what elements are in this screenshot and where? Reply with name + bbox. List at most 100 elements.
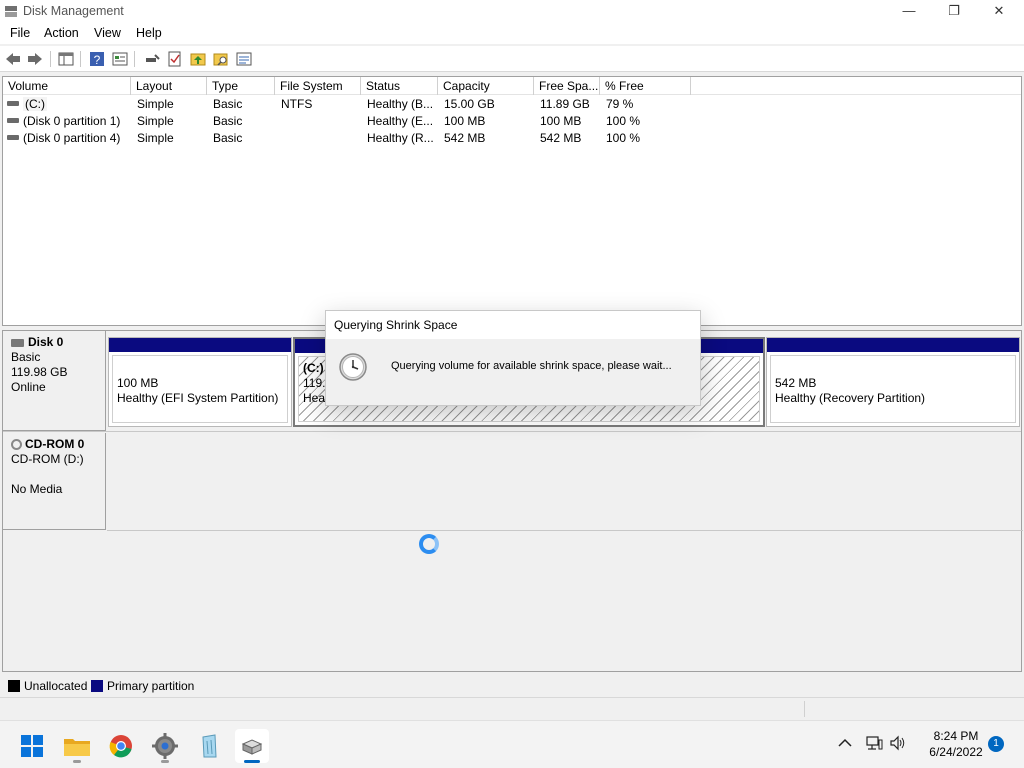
check-icon[interactable] bbox=[166, 50, 184, 68]
clock-icon bbox=[339, 353, 367, 381]
partition-recovery[interactable]: 542 MB Healthy (Recovery Partition) bbox=[766, 337, 1020, 427]
dialog-title: Querying Shrink Space bbox=[326, 311, 700, 339]
column-header-percent-free[interactable]: % Free bbox=[600, 77, 691, 95]
legend: Unallocated Primary partition bbox=[2, 676, 1022, 696]
legend-swatch bbox=[91, 679, 103, 692]
taskbar-chrome[interactable] bbox=[104, 729, 138, 763]
capacity-cell: 100 MB bbox=[444, 114, 486, 128]
title-bar[interactable]: Disk Management — ❐ ✕ bbox=[0, 0, 1024, 24]
partition-efi[interactable]: 100 MB Healthy (EFI System Partition) bbox=[108, 337, 292, 427]
search-icon[interactable] bbox=[212, 50, 230, 68]
recycle-bin-icon bbox=[202, 734, 217, 758]
column-header-capacity[interactable]: Capacity bbox=[438, 77, 534, 95]
notification-badge[interactable]: 1 bbox=[988, 736, 1004, 752]
status-cell: Healthy (B... bbox=[367, 97, 434, 111]
layout-cell: Simple bbox=[137, 97, 174, 111]
taskbar-file-explorer[interactable] bbox=[60, 729, 94, 763]
table-row[interactable]: (Disk 0 partition 4) Simple Basic Health… bbox=[3, 130, 1021, 147]
capacity-cell: 542 MB bbox=[444, 131, 486, 145]
cd-rom-0-label[interactable]: CD-ROM 0 CD-ROM (D:) No Media bbox=[3, 433, 106, 530]
volume-cell: (Disk 0 partition 4) bbox=[7, 130, 131, 147]
column-header-volume[interactable]: Volume bbox=[3, 77, 131, 95]
table-row[interactable]: (C:) Simple Basic NTFS Healthy (B... 15.… bbox=[3, 96, 1021, 113]
help-icon[interactable]: ? bbox=[88, 50, 106, 68]
column-header-layout[interactable]: Layout bbox=[131, 77, 207, 95]
capacity-cell: 15.00 GB bbox=[444, 97, 495, 111]
chevron-up-icon[interactable] bbox=[836, 734, 854, 752]
volume-name: (C:) bbox=[23, 97, 47, 111]
settings-icon bbox=[152, 733, 178, 759]
maximize-button[interactable]: ❐ bbox=[931, 0, 977, 24]
volume-icon bbox=[7, 101, 19, 107]
back-arrow-icon[interactable] bbox=[4, 50, 22, 68]
free-space-cell: 11.89 GB bbox=[540, 97, 590, 111]
column-header-file-system[interactable]: File System bbox=[275, 77, 361, 95]
network-icon[interactable] bbox=[864, 734, 884, 752]
volume-list-pane[interactable]: Volume Layout Type File System Status Ca… bbox=[2, 76, 1022, 326]
legend-label: Primary partition bbox=[107, 679, 195, 693]
start-button[interactable] bbox=[15, 729, 49, 763]
forward-arrow-icon[interactable] bbox=[26, 50, 44, 68]
primary-partition-bar bbox=[767, 338, 1019, 352]
column-header-status[interactable]: Status bbox=[361, 77, 438, 95]
status-cell: Healthy (R... bbox=[367, 131, 434, 145]
menu-help[interactable]: Help bbox=[136, 26, 162, 40]
clock-time[interactable]: 8:24 PM bbox=[918, 729, 994, 743]
taskbar-settings[interactable] bbox=[148, 729, 182, 763]
status-cell: Healthy (E... bbox=[367, 114, 434, 128]
running-indicator bbox=[161, 760, 169, 763]
querying-shrink-space-dialog[interactable]: Querying Shrink Space Querying volume fo… bbox=[325, 310, 701, 406]
disk-name: Disk 0 bbox=[28, 335, 64, 349]
properties-icon[interactable] bbox=[111, 50, 129, 68]
column-header-type[interactable]: Type bbox=[207, 77, 275, 95]
partition-body: 542 MB Healthy (Recovery Partition) bbox=[770, 355, 1016, 423]
type-cell: Basic bbox=[213, 97, 243, 111]
layout-cell: Simple bbox=[137, 131, 174, 145]
partition-body: 100 MB Healthy (EFI System Partition) bbox=[112, 355, 288, 423]
clock-date[interactable]: 6/24/2022 bbox=[918, 745, 994, 759]
menu-view[interactable]: View bbox=[94, 26, 121, 40]
disk-row-divider bbox=[107, 530, 1023, 531]
partition-status: Healthy (EFI System Partition) bbox=[117, 391, 279, 405]
active-indicator bbox=[244, 760, 260, 763]
type-cell: Basic bbox=[213, 131, 243, 145]
legend-swatch bbox=[8, 679, 20, 692]
menu-action[interactable]: Action bbox=[44, 26, 79, 40]
busy-spinner-icon bbox=[419, 534, 439, 554]
taskbar-disk-management[interactable] bbox=[235, 729, 269, 763]
up-icon[interactable] bbox=[189, 50, 207, 68]
list-icon[interactable] bbox=[235, 50, 253, 68]
disk-size: 119.98 GB bbox=[11, 365, 68, 379]
column-header-free-space[interactable]: Free Spa... bbox=[534, 77, 600, 95]
disk-management-app-icon bbox=[5, 6, 17, 17]
volume-cell: (Disk 0 partition 1) bbox=[7, 113, 131, 130]
legend-unallocated: Unallocated bbox=[8, 679, 87, 693]
volume-name: (Disk 0 partition 4) bbox=[23, 131, 121, 145]
free-space-cell: 542 MB bbox=[540, 131, 582, 145]
close-button[interactable]: ✕ bbox=[976, 0, 1022, 24]
console-tree-icon[interactable] bbox=[57, 50, 75, 68]
running-indicator bbox=[73, 760, 81, 763]
volume-cell: (C:) bbox=[7, 96, 131, 113]
taskbar-recycle-bin[interactable] bbox=[192, 729, 226, 763]
window-title: Disk Management bbox=[23, 4, 124, 18]
menu-file[interactable]: File bbox=[10, 26, 30, 40]
percent-free-cell: 100 % bbox=[606, 131, 641, 145]
minimize-button[interactable]: — bbox=[886, 0, 932, 24]
toolbar-separator bbox=[50, 51, 51, 67]
volume-icon[interactable] bbox=[888, 734, 908, 752]
disk-name: CD-ROM 0 bbox=[25, 437, 85, 451]
menu-bar: File Action View Help bbox=[0, 24, 1024, 44]
disk-0-label[interactable]: Disk 0 Basic 119.98 GB Online bbox=[3, 331, 106, 431]
partition-status: Healthy (Recovery Partition) bbox=[775, 391, 926, 405]
layout-cell: Simple bbox=[137, 114, 174, 128]
table-row[interactable]: (Disk 0 partition 1) Simple Basic Health… bbox=[3, 113, 1021, 130]
status-bar-divider bbox=[804, 701, 805, 717]
status-bar bbox=[0, 697, 1024, 720]
connect-icon[interactable] bbox=[143, 50, 161, 68]
volume-name: (Disk 0 partition 1) bbox=[23, 114, 121, 128]
disk-status: No Media bbox=[11, 482, 63, 496]
volume-icon bbox=[7, 135, 19, 141]
dialog-message: Querying volume for available shrink spa… bbox=[391, 360, 672, 372]
start-icon bbox=[21, 735, 43, 757]
